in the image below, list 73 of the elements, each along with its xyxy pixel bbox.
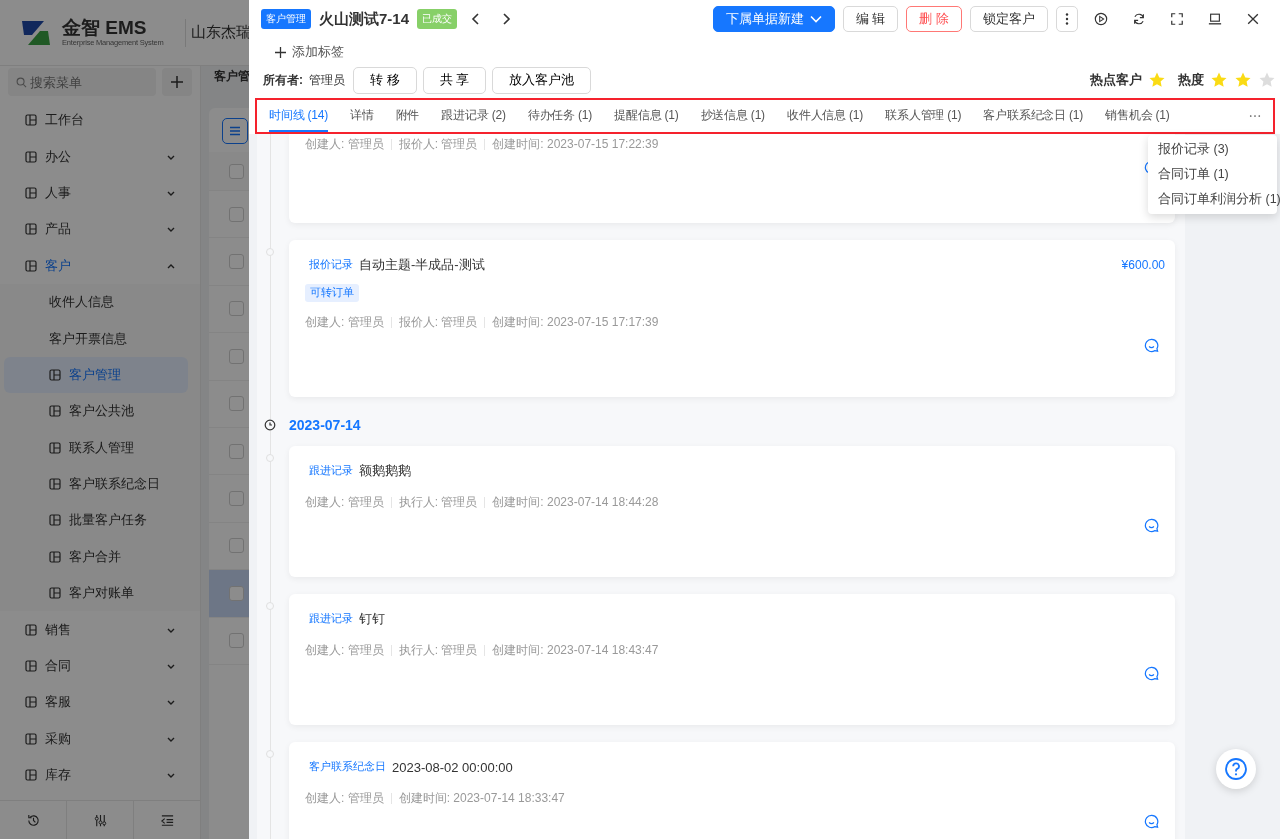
- owner-action-button[interactable]: 转 移: [353, 66, 417, 94]
- meta-text: 创建时间: 2023-07-14 18:33:47: [398, 789, 565, 807]
- tab[interactable]: 时间线 (14): [269, 100, 329, 132]
- search-field[interactable]: 搜索菜单: [8, 68, 156, 96]
- submenu-item[interactable]: 联系人管理: [4, 429, 188, 466]
- menu-item[interactable]: 客服: [0, 684, 200, 721]
- menu-item[interactable]: 销售: [0, 611, 200, 648]
- menu-item[interactable]: 合同: [0, 647, 200, 685]
- menu-item[interactable]: 库存: [0, 757, 200, 794]
- date-heading: 2023-07-14: [289, 417, 361, 433]
- record-subject: 钉钉: [359, 611, 385, 626]
- owner-action-button[interactable]: 共 享: [422, 66, 487, 94]
- submenu-item[interactable]: 客户公共池: [4, 393, 188, 430]
- action-button[interactable]: 编 辑: [842, 6, 899, 32]
- heat-label: 热度: [1178, 71, 1204, 89]
- page-title: 客户管: [213, 68, 250, 85]
- menu-item[interactable]: 产品: [0, 211, 200, 248]
- action-button[interactable]: 删 除: [906, 6, 962, 32]
- meta-text: 创建时间: 2023-07-15 17:17:39: [492, 313, 659, 331]
- record-type: 跟进记录: [309, 612, 353, 626]
- tab[interactable]: 联系人管理 (1): [885, 100, 962, 132]
- record-title: 火山测试7-14: [319, 9, 410, 29]
- record-type: 跟进记录: [309, 464, 353, 478]
- submenu-item[interactable]: 客户联系纪念日: [4, 465, 188, 503]
- meta-text: 创建人: 管理员: [305, 313, 384, 331]
- meta-text: 创建时间: 2023-07-14 18:43:47: [492, 641, 659, 659]
- submenu-item[interactable]: 批量客户任务: [4, 502, 188, 539]
- add-tag-button[interactable]: 添加标签: [275, 43, 344, 61]
- submenu-item[interactable]: 客户合并: [4, 538, 188, 576]
- menu-item[interactable]: 办公: [0, 138, 200, 175]
- action-button[interactable]: 下属单据新建: [712, 6, 835, 32]
- tab[interactable]: 附件: [395, 100, 420, 132]
- module-badge: 客户管理: [261, 9, 311, 29]
- menu-item[interactable]: 工作台: [0, 102, 200, 139]
- hot-customer-label: 热点客户: [1090, 71, 1142, 89]
- record-subject: 2023-08-02 00:00:00: [392, 759, 513, 775]
- submenu-item[interactable]: 客户开票信息: [4, 320, 188, 357]
- tab[interactable]: 收件人信息 (1): [786, 100, 864, 132]
- record-type: 客户联系纪念日: [309, 760, 386, 774]
- tab[interactable]: 待办任务 (1): [527, 100, 593, 132]
- submenu-item[interactable]: 收件人信息: [4, 283, 188, 321]
- owner-label: 所有者:: [263, 71, 303, 89]
- tab[interactable]: 提醒信息 (1): [614, 100, 679, 132]
- submenu-item[interactable]: 客户对账单: [4, 575, 188, 612]
- menu-item[interactable]: 人事: [0, 174, 200, 212]
- tab[interactable]: 客户联系纪念日 (1): [983, 100, 1084, 132]
- meta-text: 报价人: 管理员: [398, 313, 478, 331]
- meta-text: 执行人: 管理员: [398, 493, 478, 511]
- menu-item[interactable]: 客户: [0, 247, 200, 284]
- meta-text: 创建人: 管理员: [305, 789, 384, 807]
- meta-text: 执行人: 管理员: [398, 641, 478, 659]
- amount: ¥600.00: [1121, 258, 1165, 272]
- action-button[interactable]: 锁定客户: [970, 6, 1048, 32]
- owner-action-button[interactable]: 放入客户池: [492, 66, 592, 94]
- meta-text: 创建时间: 2023-07-15 17:22:39: [492, 135, 659, 153]
- tab[interactable]: 详情: [350, 100, 374, 132]
- menu-option[interactable]: 报价记录 (3): [1148, 137, 1277, 162]
- tab[interactable]: 销售机会 (1): [1105, 100, 1170, 132]
- meta-text: 创建时间: 2023-07-14 18:44:28: [492, 493, 659, 511]
- status-badge: 可转订单: [305, 284, 359, 302]
- owner-name: 管理员: [309, 71, 345, 89]
- tab[interactable]: 抄送信息 (1): [700, 100, 765, 132]
- meta-text: 报价人: 管理员: [398, 135, 478, 153]
- record-subject: 自动主题-半成品-测试: [359, 257, 485, 272]
- meta-text: 创建人: 管理员: [305, 641, 384, 659]
- meta-text: 创建人: 管理员: [305, 135, 384, 153]
- menu-item[interactable]: 采购: [0, 720, 200, 758]
- status-tag: 已成交: [417, 9, 458, 29]
- tab[interactable]: 跟进记录 (2): [441, 100, 506, 132]
- record-subject: 额鹅鹅鹅: [359, 463, 411, 478]
- logo-title: 金智 EMS: [62, 18, 148, 38]
- record-type: 报价记录: [309, 258, 353, 272]
- meta-text: 创建人: 管理员: [305, 493, 384, 511]
